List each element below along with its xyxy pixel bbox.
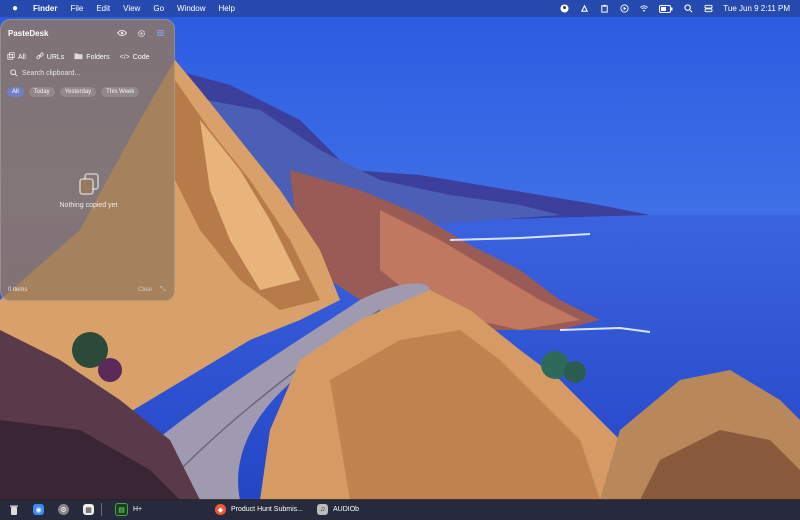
audio-app-icon: ♫ bbox=[317, 504, 328, 515]
filter-all[interactable]: All bbox=[7, 87, 24, 97]
menu-go[interactable]: Go bbox=[153, 4, 164, 13]
panel-title: PasteDesk bbox=[8, 29, 49, 38]
menu-file[interactable]: File bbox=[70, 4, 83, 13]
category-tabs: All URLs Folders </> Code bbox=[7, 52, 150, 62]
pastedesk-panel: PasteDesk All URLs Folders </> Code Sear… bbox=[0, 19, 175, 301]
control-center-icon[interactable] bbox=[703, 4, 713, 14]
tab-folders-label: Folders bbox=[86, 53, 110, 61]
clipboard-icon[interactable] bbox=[599, 4, 609, 14]
dock-terminal-label: H+ bbox=[133, 506, 143, 513]
play-circle-icon[interactable] bbox=[619, 4, 629, 14]
tab-folders[interactable]: Folders bbox=[74, 52, 110, 62]
user-icon[interactable] bbox=[559, 4, 569, 14]
folder-icon bbox=[74, 52, 83, 62]
code-icon: </> bbox=[119, 53, 130, 61]
link-icon bbox=[36, 52, 44, 62]
menu-app-name[interactable]: Finder bbox=[33, 4, 57, 13]
pen-icon[interactable] bbox=[579, 4, 589, 14]
item-count: 0 items bbox=[8, 287, 28, 293]
settings-icon: ⚙ bbox=[58, 504, 69, 515]
search-icon[interactable] bbox=[683, 4, 693, 14]
clear-button[interactable]: Clear bbox=[138, 287, 152, 293]
dock: ◉ ⚙ ▦ ▤ H+ ◆ Product Hunt Submis... ♫ AU… bbox=[0, 499, 800, 520]
dock-terminal[interactable]: ▤ H+ bbox=[115, 503, 142, 516]
menu-window[interactable]: Window bbox=[177, 4, 205, 13]
tab-all-label: All bbox=[18, 53, 26, 61]
browser-icon: ◆ bbox=[215, 504, 226, 515]
search-icon bbox=[6, 68, 18, 79]
dock-calendar[interactable]: ▦ bbox=[83, 503, 94, 516]
terminal-icon: ▤ bbox=[115, 503, 128, 516]
menu-view[interactable]: View bbox=[123, 4, 140, 13]
empty-clipboard-icon bbox=[79, 173, 99, 195]
filter-yesterday[interactable]: Yesterday bbox=[59, 87, 97, 97]
dock-audio-app[interactable]: ♫ AUDIOb bbox=[317, 503, 359, 516]
copy-icon bbox=[7, 52, 15, 62]
dock-browser[interactable]: ◆ Product Hunt Submis... bbox=[215, 503, 303, 516]
search-placeholder[interactable]: Search clipboard... bbox=[22, 70, 80, 77]
tab-code-label: Code bbox=[132, 53, 150, 61]
menu-lines-icon[interactable] bbox=[154, 27, 166, 39]
eye-icon[interactable] bbox=[116, 27, 128, 39]
apple-menu-icon[interactable]: ● bbox=[10, 3, 20, 14]
dock-separator bbox=[101, 503, 102, 516]
tab-urls[interactable]: URLs bbox=[36, 52, 65, 62]
resize-icon[interactable]: ⤡ bbox=[160, 286, 166, 294]
finder-icon: ◉ bbox=[33, 504, 44, 515]
trash-icon bbox=[8, 504, 19, 515]
dock-finder[interactable]: ◉ bbox=[33, 503, 44, 516]
calendar-icon: ▦ bbox=[83, 504, 94, 515]
dock-browser-label: Product Hunt Submis... bbox=[231, 506, 303, 513]
menu-bar: ● Finder File Edit View Go Window Help T… bbox=[0, 0, 800, 17]
search-field[interactable]: Search clipboard... bbox=[6, 67, 169, 80]
filter-this-week[interactable]: This Week bbox=[101, 87, 140, 97]
tab-code[interactable]: </> Code bbox=[120, 52, 150, 62]
battery-icon[interactable] bbox=[659, 4, 673, 14]
wifi-icon[interactable] bbox=[639, 4, 649, 14]
tab-all[interactable]: All bbox=[7, 52, 26, 62]
dock-audio-label: AUDIOb bbox=[333, 506, 360, 513]
dock-settings[interactable]: ⚙ bbox=[58, 503, 69, 516]
dock-trash[interactable] bbox=[8, 503, 19, 516]
menu-help[interactable]: Help bbox=[218, 4, 234, 13]
menu-edit[interactable]: Edit bbox=[96, 4, 110, 13]
time-filters: All Today Yesterday This Week bbox=[7, 87, 140, 97]
menu-clock[interactable]: Tue Jun 9 2:11 PM bbox=[723, 4, 790, 13]
empty-message: Nothing copied yet bbox=[59, 202, 118, 209]
filter-today[interactable]: Today bbox=[28, 87, 55, 97]
gear-icon[interactable] bbox=[135, 27, 147, 39]
tab-urls-label: URLs bbox=[46, 53, 65, 61]
